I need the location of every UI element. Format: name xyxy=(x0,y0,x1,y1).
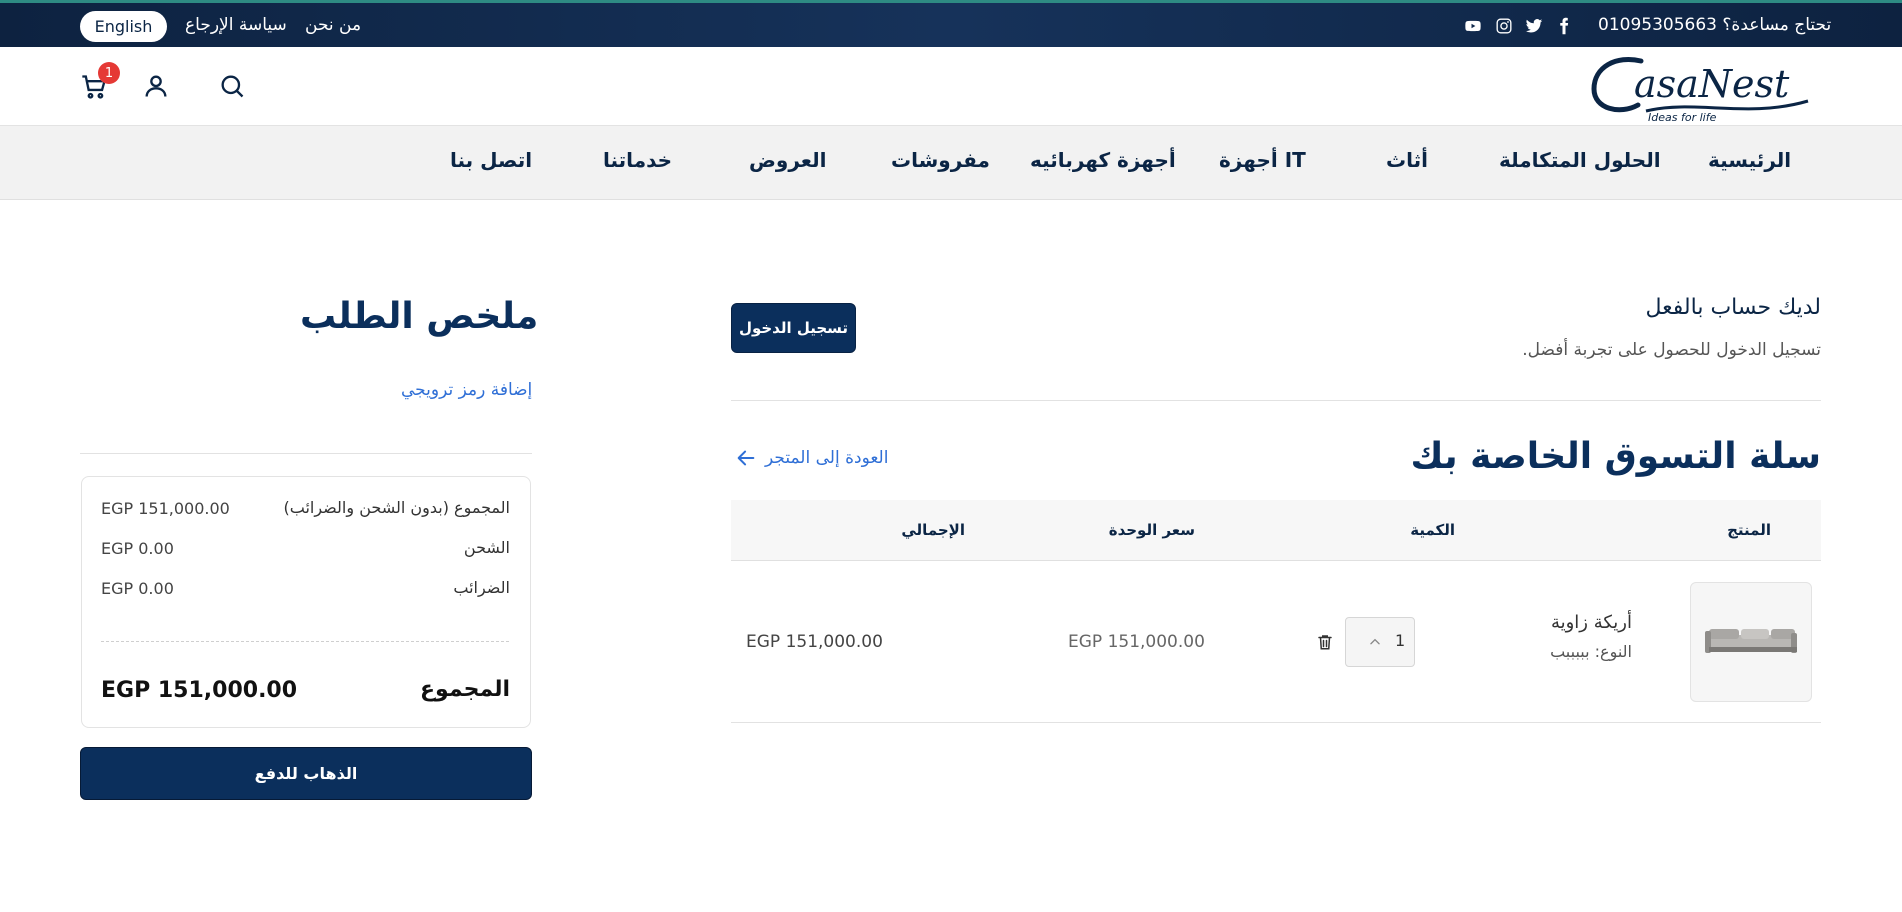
total-value: EGP 151,000.00 xyxy=(101,678,298,703)
language-button[interactable]: English xyxy=(80,11,167,42)
nav-item-offers[interactable]: العروض xyxy=(749,148,826,172)
promo-code-link[interactable]: إضافة رمز ترويجي xyxy=(401,380,532,400)
shipping-label: الشحن xyxy=(463,538,510,557)
product-thumbnail[interactable] xyxy=(1690,582,1812,702)
subtotal-label: المجموع (بدون الشحن والضرائب) xyxy=(283,498,511,517)
account-title: لديك حساب بالفعل xyxy=(1645,295,1821,320)
cart-title: سلة التسوق الخاصة بك xyxy=(1410,436,1821,477)
return-policy-link[interactable]: سياسة الإرجاع xyxy=(185,15,287,35)
about-link[interactable]: من نحن xyxy=(305,15,361,35)
user-icon[interactable] xyxy=(140,70,172,102)
quantity-value: 1 xyxy=(1395,631,1406,650)
column-total: الإجمالي xyxy=(901,521,965,539)
nav-item-furniture[interactable]: أثاث xyxy=(1386,148,1428,172)
dashed-divider xyxy=(101,641,509,642)
product-name[interactable]: أريكة زاوية xyxy=(1551,612,1632,633)
casanest-logo[interactable]: asaNest Ideas for life xyxy=(1586,49,1816,125)
logo-wordmark: asaNest xyxy=(1634,62,1790,106)
summary-title: ملخص الطلب xyxy=(300,296,539,337)
nav-item-furnishings[interactable]: مفروشات xyxy=(891,148,990,172)
subtotal-value: EGP 151,000.00 xyxy=(101,499,230,518)
product-variant: النوع: بببببب xyxy=(1550,642,1632,661)
twitter-icon[interactable] xyxy=(1525,17,1543,35)
main-nav: الرئيسية الحلول المتكاملة أثاث أجهزة IT … xyxy=(0,126,1902,200)
nav-item-integrated-solutions[interactable]: الحلول المتكاملة xyxy=(1499,148,1661,172)
back-to-store-link[interactable]: العودة إلى المتجر xyxy=(733,447,888,469)
chevron-up-icon[interactable] xyxy=(1368,635,1382,649)
nav-item-home[interactable]: الرئيسية xyxy=(1708,148,1791,172)
nav-item-services[interactable]: خدماتنا xyxy=(603,148,672,172)
quantity-stepper[interactable]: 1 xyxy=(1345,617,1415,667)
cart-table-header: المنتج الكمية سعر الوحدة الإجمالي xyxy=(731,500,1821,561)
help-phone-text: تحتاج مساعدة؟ 01095305663 xyxy=(1598,15,1832,35)
column-product: المنتج xyxy=(1727,521,1771,539)
summary-divider xyxy=(80,453,532,454)
divider xyxy=(731,400,1821,401)
cart-count-badge: 1 xyxy=(98,62,120,84)
back-to-store-label: العودة إلى المتجر xyxy=(765,448,889,468)
nav-item-contact[interactable]: اتصل بنا xyxy=(450,148,532,172)
facebook-icon[interactable] xyxy=(1555,17,1573,35)
logo-tagline: Ideas for life xyxy=(1648,111,1717,124)
nav-item-electrical-appliances[interactable]: أجهزة كهربائيه xyxy=(1030,148,1176,172)
column-unit-price: سعر الوحدة xyxy=(1108,521,1195,539)
taxes-value: EGP 0.00 xyxy=(101,579,174,598)
row-divider xyxy=(731,722,1821,723)
unit-price: EGP 151,000.00 xyxy=(1068,632,1205,652)
account-subtitle: تسجيل الدخول للحصول على تجربة أفضل. xyxy=(1522,340,1821,360)
line-total: EGP 151,000.00 xyxy=(746,632,883,652)
login-button[interactable]: تسجيل الدخول xyxy=(731,303,856,353)
sofa-image xyxy=(1705,629,1797,653)
checkout-button[interactable]: الذهاب للدفع xyxy=(80,747,532,800)
shipping-value: EGP 0.00 xyxy=(101,539,174,558)
search-icon[interactable] xyxy=(216,70,248,102)
column-quantity: الكمية xyxy=(1410,521,1455,539)
taxes-label: الضرائب xyxy=(453,578,510,597)
arrow-left-icon xyxy=(737,450,755,466)
youtube-icon[interactable] xyxy=(1464,17,1482,35)
total-label: المجموع xyxy=(420,677,510,702)
top-bar: English سياسة الإرجاع من نحن تحتاج مساعد… xyxy=(0,0,1902,47)
nav-item-it-devices[interactable]: أجهزة IT xyxy=(1219,148,1306,172)
site-header: asaNest Ideas for life xyxy=(0,47,1902,126)
trash-icon[interactable] xyxy=(1316,632,1334,652)
instagram-icon[interactable] xyxy=(1495,17,1513,35)
